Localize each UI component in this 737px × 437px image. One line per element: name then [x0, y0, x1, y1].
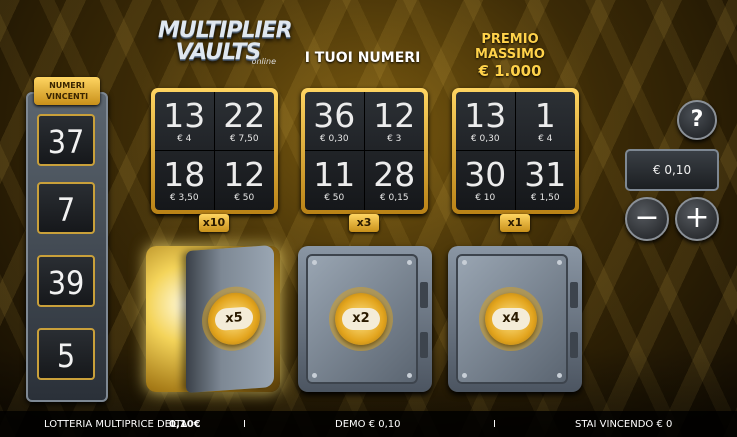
winning-number: 5 — [37, 328, 95, 380]
card-cell[interactable]: 1 € 4 — [515, 92, 575, 151]
card-prize: € 3,50 — [169, 193, 199, 203]
plus-icon: + — [684, 200, 710, 235]
question-icon: ? — [690, 107, 704, 132]
vault-multiplier: x4 — [492, 308, 530, 330]
card-number: 18 — [163, 155, 206, 194]
card-cell[interactable]: 18 € 3,50 — [155, 151, 215, 210]
logo-line-1: MULTIPLIER — [158, 18, 293, 43]
separator: I — [243, 419, 246, 430]
card-prize: € 4 — [177, 133, 192, 144]
vault-door: x5 — [186, 244, 274, 394]
card-number: 13 — [464, 95, 507, 135]
card-number: 31 — [524, 155, 567, 194]
vault-closed[interactable]: x4 — [448, 246, 582, 392]
vault-wheel: x4 — [485, 293, 537, 345]
winning-number: 7 — [37, 182, 95, 234]
card-cell[interactable]: 12 € 3 — [364, 92, 424, 151]
card-prize: € 50 — [324, 193, 345, 203]
game-logo: MULTIPLIER VAULTS online — [158, 18, 293, 67]
winning-numbers-header: NUMERI VINCENTI — [34, 77, 100, 105]
card-number: 36 — [313, 95, 356, 135]
card-number: 28 — [373, 155, 416, 194]
card-cell[interactable]: 11 € 50 — [305, 151, 365, 210]
card-prize: € 0,15 — [379, 193, 409, 203]
vault-hinge — [570, 282, 578, 308]
card-number: 12 — [223, 155, 266, 194]
card-cell[interactable]: 12 € 50 — [215, 151, 275, 210]
help-button[interactable]: ? — [677, 100, 717, 140]
card-multiplier-badge: x10 — [199, 214, 229, 232]
card-prize: € 7,50 — [229, 133, 259, 144]
card-prize: € 50 — [234, 193, 255, 203]
status-bar: LOTTERIA MULTIPRICE DELTA 0,10€ I DEMO €… — [0, 411, 737, 437]
max-prize: PREMIO MASSIMO € 1.000 — [445, 32, 575, 80]
separator: I — [493, 419, 496, 430]
max-prize-value: € 1.000 — [478, 62, 542, 80]
your-numbers-title: I TUOI NUMERI — [304, 50, 421, 66]
winning-number: 37 — [37, 114, 95, 166]
winning-number: 39 — [37, 255, 95, 307]
number-card[interactable]: 13 € 4 22 € 7,50 18 € 3,50 12 € 50 — [151, 88, 278, 214]
card-cell[interactable]: 36 € 0,30 — [305, 92, 365, 151]
card-number: 13 — [163, 95, 206, 135]
card-multiplier-badge: x1 — [500, 214, 530, 232]
card-multiplier-badge: x3 — [349, 214, 379, 232]
vault-multiplier: x2 — [342, 308, 380, 330]
logo-line-3: online — [251, 57, 276, 66]
card-cell[interactable]: 28 € 0,15 — [365, 151, 425, 210]
minus-icon: − — [634, 200, 660, 235]
game-price: 0,10€ — [169, 419, 201, 430]
card-cell[interactable]: 30 € 10 — [456, 151, 516, 210]
card-cell[interactable]: 13 € 0,30 — [456, 92, 516, 151]
vault-hinge — [420, 282, 428, 308]
card-prize: € 10 — [475, 193, 496, 203]
number-card[interactable]: 13 € 0,30 1 € 4 30 € 10 31 € 1,50 — [452, 88, 579, 214]
winning-numbers-label-2: VINCENTI — [45, 92, 89, 101]
vault-open[interactable]: x5 — [146, 244, 280, 394]
card-number: 30 — [464, 155, 507, 194]
card-prize: € 0,30 — [319, 133, 349, 144]
winning-numbers-label-1: NUMERI — [49, 81, 85, 90]
vault-closed[interactable]: x2 — [298, 246, 432, 392]
card-prize: € 3 — [387, 133, 402, 144]
card-prize: € 0,30 — [470, 133, 500, 144]
number-card[interactable]: 36 € 0,30 12 € 3 11 € 50 28 € 0,15 — [301, 88, 428, 214]
card-cell[interactable]: 22 € 7,50 — [214, 92, 274, 151]
demo-label: DEMO € 0,10 — [335, 419, 401, 430]
card-number: 1 — [534, 95, 556, 135]
vault-wheel: x2 — [335, 293, 387, 345]
vault-hinge — [420, 332, 428, 358]
card-prize: € 1,50 — [530, 193, 560, 203]
card-number: 22 — [223, 95, 266, 135]
bet-display: € 0,10 — [625, 149, 719, 191]
card-number: 12 — [373, 95, 416, 135]
max-prize-label: PREMIO MASSIMO — [475, 32, 545, 62]
card-number: 11 — [313, 155, 356, 194]
decrease-bet-button[interactable]: − — [625, 197, 669, 241]
current-winnings: STAI VINCENDO € 0 — [575, 419, 673, 430]
card-prize: € 4 — [538, 133, 553, 144]
card-cell[interactable]: 13 € 4 — [155, 92, 215, 151]
vault-hinge — [570, 332, 578, 358]
increase-bet-button[interactable]: + — [675, 197, 719, 241]
card-cell[interactable]: 31 € 1,50 — [516, 151, 576, 210]
vault-wheel: x5 — [208, 290, 260, 347]
game-name: LOTTERIA MULTIPRICE DELTA — [44, 419, 188, 430]
vault-multiplier: x5 — [215, 306, 253, 332]
